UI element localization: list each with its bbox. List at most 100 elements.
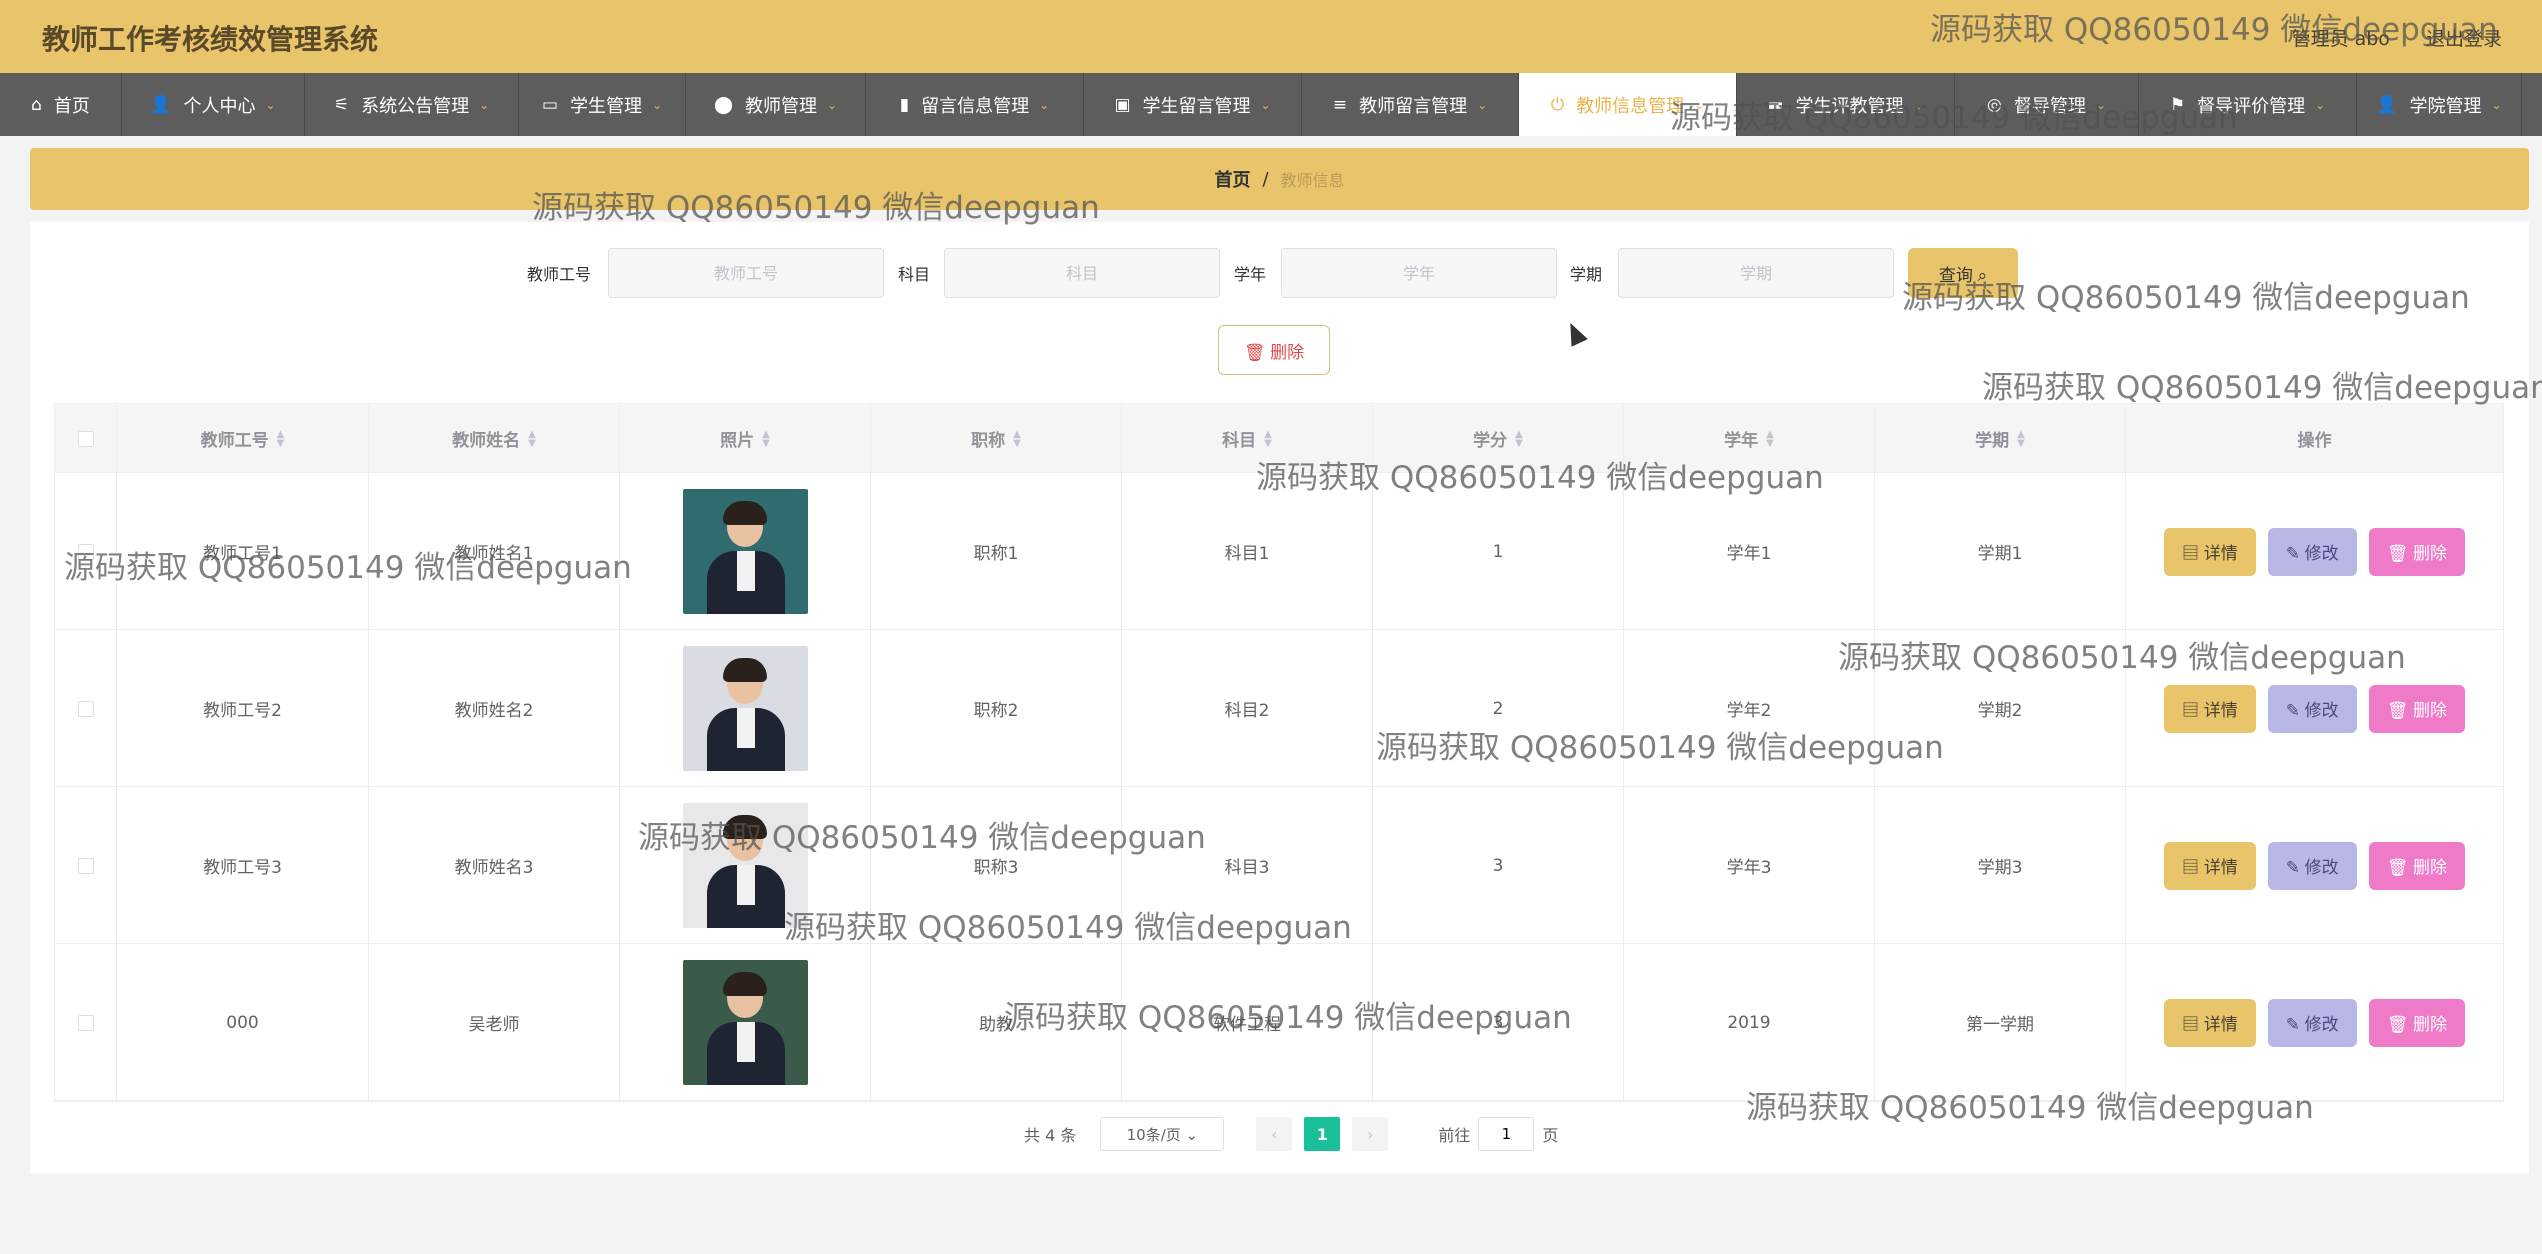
term-input[interactable] [1618, 248, 1894, 298]
col-teacher-id[interactable]: 教师工号 ▲ ▼ [117, 404, 369, 473]
nav-item-colleges[interactable]: 👤 学院管理 ⌄ [2357, 73, 2522, 136]
next-page-button[interactable]: › [1352, 1117, 1389, 1151]
edit-button[interactable]: ✎ 修改 [2267, 684, 2357, 733]
subject-input[interactable] [944, 248, 1220, 298]
col-term[interactable]: 学期 ▲ ▼ [1875, 404, 2126, 473]
select-all-checkbox[interactable] [77, 430, 94, 447]
row-checkbox[interactable] [77, 1014, 94, 1031]
chevron-down-icon: ⌄ [2315, 97, 2326, 112]
cell-id: 教师工号2 [117, 630, 369, 787]
teacher-id-input[interactable] [608, 248, 884, 298]
nav-item-supervisors[interactable]: ◎ 督导管理 ⌄ [1955, 73, 2139, 136]
nav-item-teachers[interactable]: ⬤ 教师管理 ⌄ [686, 73, 866, 136]
query-button[interactable]: 查询 ⌕ [1908, 248, 2018, 298]
cell-text: 教师工号3 [203, 858, 282, 878]
edit-button[interactable]: ✎ 修改 [2267, 998, 2357, 1047]
year-input[interactable] [1281, 248, 1557, 298]
nav-item-teacher-messages[interactable]: ≡ 教师留言管理 ⌄ [1302, 73, 1519, 136]
label-teacher-id: 教师工号 [527, 265, 592, 284]
detail-button[interactable]: ▤ 详情 [2163, 841, 2256, 890]
col-title[interactable]: 职称 ▲ ▼ [871, 404, 1122, 473]
edit-button[interactable]: ✎ 修改 [2267, 527, 2357, 576]
photo-shirt [736, 1022, 755, 1062]
col-subject[interactable]: 科目 ▲ ▼ [1122, 404, 1373, 473]
row-checkbox[interactable] [77, 700, 94, 717]
teacher-table: 教师工号 ▲ ▼ 教师姓名 ▲ ▼ 照片 ▲ ▼ 职称 ▲ ▼ 科目 ▲ ▼ 学分 ▲ ▼ 学年 ▲ ▼ 学… [54, 403, 2504, 1102]
chat-icon: ▭ [541, 94, 558, 115]
chevron-down-icon: ⌄ [652, 97, 663, 112]
photo-hair [722, 658, 767, 682]
cell-title: 职称1 [871, 473, 1122, 630]
content-panel: 教师工号 科目 学年 学期 查询 ⌕ 🗑 删除 教师工号▲▼ 教师姓名▲▼ 照片… [30, 222, 2529, 1174]
bulk-delete-button[interactable]: 🗑 删除 [1218, 325, 1330, 375]
nav-item-profile[interactable]: 👤 个人中心 ⌄ [122, 73, 305, 136]
nav-item-supervisor-evaluation[interactable]: ⚑ 督导评价管理 ⌄ [2139, 73, 2357, 136]
nav-label: 学生评教管理 [1795, 95, 1904, 117]
nav-item-teacher-info[interactable]: ⏻ 教师信息管理 ⌄ [1519, 73, 1737, 136]
cell-credit: 3 [1373, 787, 1624, 944]
row-checkbox[interactable] [77, 543, 94, 560]
page-size-select[interactable]: 10条/页 ⌄ [1100, 1117, 1225, 1151]
cell-name: 教师姓名2 [369, 630, 620, 787]
actions-cell: ▤ 详情 ✎ 修改 🗑 删除 [2126, 944, 2503, 1101]
nav-label: 教师信息管理 [1576, 95, 1685, 117]
table-row: 教师工号1 教师姓名1 职称1 科目1 1 学年1 学期1 ▤ 详情 ✎ 修改 🗑 删除 [55, 473, 2503, 630]
col-teacher-name[interactable]: 教师姓名 ▲ ▼ [369, 404, 620, 473]
cell-text: 学期2 [1977, 701, 2023, 721]
edit-button[interactable]: ✎ 修改 [2267, 841, 2357, 890]
chevron-down-icon: ⌄ [1694, 97, 1705, 112]
actions-cell: ▤ 详情 ✎ 修改 🗑 删除 [2126, 787, 2503, 944]
col-year[interactable]: 学年 ▲ ▼ [1624, 404, 1875, 473]
goto-label: 前往 [1438, 1126, 1471, 1145]
main-nav: ⌂ 首页 👤 个人中心 ⌄ ⚟ 系统公告管理 ⌄ ▭ 学生管理 ⌄ ⬤ 教师管理 ⌄ ▮ 留言信息管… [0, 73, 2542, 136]
cell-text: 学年1 [1726, 544, 1772, 564]
app-title: 教师工作考核绩效管理系统 [42, 23, 379, 56]
goto-page-input[interactable] [1478, 1117, 1535, 1151]
breadcrumb: 首页 / 教师信息 [30, 148, 2529, 210]
cell-text: 学期3 [1977, 858, 2023, 878]
cell-term: 学期2 [1875, 630, 2126, 787]
page-number-current[interactable]: 1 [1304, 1117, 1341, 1151]
nav-item-announcements[interactable]: ⚟ 系统公告管理 ⌄ [305, 73, 519, 136]
col-photo[interactable]: 照片 ▲ ▼ [620, 404, 871, 473]
nav-item-student-messages[interactable]: ▣ 学生留言管理 ⌄ [1084, 73, 1302, 136]
cell-text: 000 [226, 1012, 259, 1033]
col-credit[interactable]: 学分 ▲ ▼ [1373, 404, 1624, 473]
detail-button[interactable]: ▤ 详情 [2163, 998, 2256, 1047]
nav-item-home[interactable]: ⌂ 首页 [0, 73, 122, 136]
logout-link[interactable]: 退出登录 [2426, 28, 2502, 50]
table-header: 教师工号 ▲ ▼ 教师姓名 ▲ ▼ 照片 ▲ ▼ 职称 ▲ ▼ 科目 ▲ ▼ 学分 ▲ ▼ 学年 ▲ ▼ 学… [55, 404, 2503, 473]
sort-icon: ▲ ▼ [2017, 428, 2025, 449]
row-checkbox[interactable] [77, 857, 94, 874]
breadcrumb-separator: / [1262, 168, 1269, 190]
cell-text: 教师工号1 [203, 544, 282, 564]
detail-button[interactable]: ▤ 详情 [2163, 684, 2256, 733]
delete-button[interactable]: 🗑 删除 [2368, 684, 2465, 733]
breadcrumb-home[interactable]: 首页 [1214, 166, 1250, 192]
location-icon: ⬤ [713, 94, 733, 115]
actions-cell: ▤ 详情 ✎ 修改 🗑 删除 [2126, 630, 2503, 787]
photo-hair [722, 501, 767, 525]
pagination: 共 4 条 10条/页 ⌄ ‹ 1 › 前往 页 [1024, 1116, 1558, 1152]
cell-credit: 2 [1373, 630, 1624, 787]
delete-button[interactable]: 🗑 删除 [2368, 527, 2465, 576]
nav-item-students[interactable]: ▭ 学生管理 ⌄ [519, 73, 686, 136]
nav-item-student-evaluation[interactable]: ▬ 学生评教管理 ⌄ [1737, 73, 1955, 136]
sort-icon: ▲ ▼ [1013, 428, 1021, 449]
chevron-down-icon: ⌄ [2095, 97, 2106, 112]
cell-name: 吴老师 [369, 944, 620, 1101]
prev-page-button[interactable]: ‹ [1256, 1117, 1293, 1151]
cell-text: 职称3 [973, 858, 1019, 878]
photo-shirt [736, 865, 755, 905]
detail-button[interactable]: ▤ 详情 [2163, 527, 2256, 576]
cell-text: 软件工程 [1213, 1015, 1281, 1035]
nav-item-messages[interactable]: ▮ 留言信息管理 ⌄ [866, 73, 1084, 136]
label-term: 学期 [1570, 265, 1603, 284]
chevron-down-icon: ⌄ [265, 97, 276, 112]
select-cell [55, 944, 117, 1101]
chevron-down-icon: ⌄ [826, 97, 838, 112]
menu-icon: ≡ [1332, 94, 1348, 115]
delete-button[interactable]: 🗑 删除 [2368, 998, 2465, 1047]
delete-button[interactable]: 🗑 删除 [2368, 841, 2465, 890]
cell-text: 教师姓名1 [454, 544, 534, 564]
